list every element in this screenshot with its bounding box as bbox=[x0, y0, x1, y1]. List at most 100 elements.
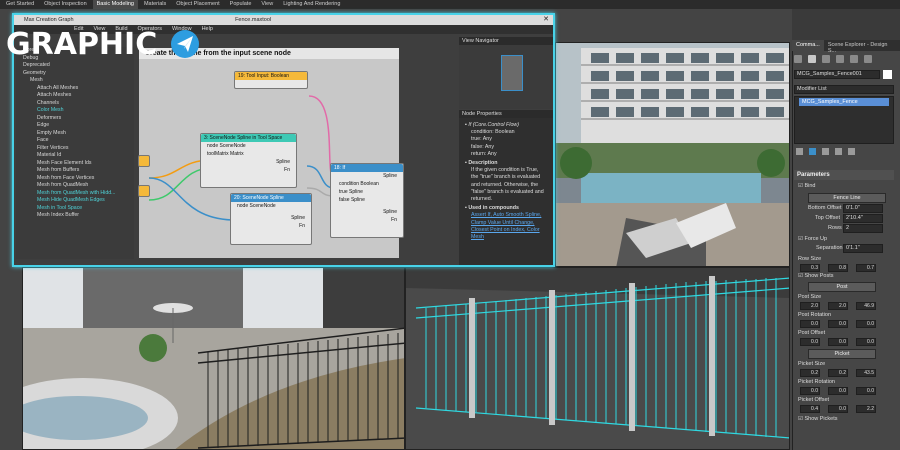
post-rotation-x[interactable]: 0.0 bbox=[800, 320, 820, 328]
ribbon-tab[interactable]: Get Started bbox=[2, 0, 38, 9]
top-offset-field[interactable]: 2'10.4" bbox=[843, 214, 883, 223]
ribbon-tab[interactable]: Materials bbox=[140, 0, 170, 9]
picket-size-x[interactable]: 0.2 bbox=[800, 369, 820, 377]
tree-item[interactable]: Mesh in Tool Space bbox=[16, 205, 134, 213]
ribbon-tab[interactable]: Object Placement bbox=[172, 0, 223, 9]
picket-offset-y[interactable]: 0.0 bbox=[828, 405, 848, 413]
hierarchy-icon[interactable] bbox=[822, 55, 830, 63]
post-rotation-y[interactable]: 0.0 bbox=[828, 320, 848, 328]
tab-scene-explorer[interactable]: Scene Explorer - Design S... bbox=[824, 40, 900, 54]
navigator-title: View Navigator bbox=[459, 37, 553, 45]
ribbon-tab[interactable]: View bbox=[257, 0, 277, 9]
tree-item[interactable]: Mesh Hide QuadMesh Edges bbox=[16, 197, 134, 205]
post-offset-y[interactable]: 0.0 bbox=[828, 338, 848, 346]
show-posts-checkbox[interactable]: ☑ Show Posts bbox=[798, 273, 834, 279]
viewport-top-right[interactable] bbox=[555, 42, 790, 267]
bind-checkbox[interactable]: ☑ Bind bbox=[798, 183, 815, 189]
stack-item[interactable]: MCG_Samples_Fence bbox=[799, 98, 889, 106]
post-button[interactable]: Post bbox=[808, 282, 876, 292]
tree-item[interactable]: Mesh Face Element Ids bbox=[16, 160, 134, 168]
modifier-stack[interactable]: MCG_Samples_Fence bbox=[794, 96, 894, 144]
tree-item[interactable]: Material Id bbox=[16, 152, 134, 160]
remove-modifier-icon[interactable] bbox=[835, 148, 842, 155]
unique-icon[interactable] bbox=[822, 148, 829, 155]
port-spline-out: Spline bbox=[276, 159, 290, 165]
picket-rotation-z[interactable]: 0.0 bbox=[856, 387, 876, 395]
row-size-x[interactable]: 0.3 bbox=[800, 264, 820, 272]
modifier-list-dropdown[interactable]: Modifier List bbox=[794, 85, 894, 94]
display-icon[interactable] bbox=[850, 55, 858, 63]
node-scenenode-spline[interactable]: 20: SceneNode Spline node SceneNode Spli… bbox=[230, 193, 312, 245]
operator-tree[interactable]: Core Debug Deprecated Geometry Mesh Attach Al… bbox=[16, 47, 134, 259]
tree-item[interactable]: Filter Vertices bbox=[16, 145, 134, 153]
mcg-menu-item[interactable]: Help bbox=[202, 25, 213, 34]
show-pickets-checkbox[interactable]: ☑ Show Pickets bbox=[798, 416, 837, 422]
tree-item[interactable]: Color Mesh bbox=[16, 107, 134, 115]
view-navigator[interactable]: View Navigator bbox=[459, 37, 553, 109]
tree-item[interactable]: Deformers bbox=[16, 115, 134, 123]
picket-button[interactable]: Picket bbox=[808, 349, 876, 359]
separation-field[interactable]: 0'1.1" bbox=[843, 244, 883, 253]
node-offscreen-input-2[interactable] bbox=[138, 185, 150, 197]
picket-size-z[interactable]: 43.5 bbox=[856, 369, 876, 377]
tree-item[interactable]: Attach Meshes bbox=[16, 92, 134, 100]
post-size-y[interactable]: 2.0 bbox=[828, 302, 848, 310]
tree-item[interactable]: Mesh Index Buffer bbox=[16, 212, 134, 220]
post-rotation-z[interactable]: 0.0 bbox=[856, 320, 876, 328]
node-tool-input[interactable]: 19: Tool Input: Boolean bbox=[234, 71, 308, 89]
motion-icon[interactable] bbox=[836, 55, 844, 63]
picket-offset-z[interactable]: 2.2 bbox=[856, 405, 876, 413]
object-name-field[interactable]: MCG_Samples_Fence001 bbox=[794, 70, 880, 79]
ribbon-tab[interactable]: Lighting And Rendering bbox=[279, 0, 344, 9]
pin-icon[interactable] bbox=[796, 148, 803, 155]
row-size-y[interactable]: 0.8 bbox=[828, 264, 848, 272]
ribbon-tab[interactable]: Basic Modeling bbox=[92, 0, 138, 9]
tree-item[interactable]: Mesh from Face Vertices bbox=[16, 175, 134, 183]
tab-command[interactable]: Comma... bbox=[792, 40, 824, 51]
navigator-viewport-rect[interactable] bbox=[501, 55, 523, 91]
ribbon-tab[interactable]: Populate bbox=[226, 0, 256, 9]
post-size-z[interactable]: 46.9 bbox=[856, 302, 876, 310]
bind-label: Bind bbox=[804, 183, 816, 189]
tree-item[interactable]: Attach All Meshes bbox=[16, 85, 134, 93]
bottom-offset-field[interactable]: 0'1.0" bbox=[843, 204, 883, 213]
tree-item[interactable]: Channels bbox=[16, 100, 134, 108]
tree-item[interactable]: Mesh from QuadMesh with Hidd... bbox=[16, 190, 134, 198]
viewport-bottom-right[interactable] bbox=[405, 267, 790, 450]
tree-item[interactable]: Edge bbox=[16, 122, 134, 130]
viewport-bottom-left[interactable] bbox=[22, 267, 405, 450]
utilities-icon[interactable] bbox=[864, 55, 872, 63]
post-offset-x[interactable]: 0.0 bbox=[800, 338, 820, 346]
tree-item[interactable]: Mesh bbox=[16, 77, 134, 85]
node-offscreen-input-1[interactable] bbox=[138, 155, 150, 167]
configure-icon[interactable] bbox=[848, 148, 855, 155]
tree-item[interactable]: Mesh from QuadMesh bbox=[16, 182, 134, 190]
tree-item[interactable]: Face bbox=[16, 137, 134, 145]
node-scenenode-spline-tool-space[interactable]: 3: SceneNode Spline in Tool Space node S… bbox=[200, 133, 297, 188]
mcg-title-bar[interactable]: Max Creation Graph Fence.maxtool ✕ bbox=[14, 15, 553, 25]
rows-field[interactable]: 2 bbox=[843, 224, 883, 233]
show-posts-label: Show Posts bbox=[804, 273, 834, 279]
force-up-checkbox[interactable]: ☑ Force Up bbox=[798, 236, 827, 242]
show-end-icon[interactable] bbox=[809, 148, 816, 155]
object-color-swatch[interactable] bbox=[883, 70, 892, 79]
picket-size-y[interactable]: 0.2 bbox=[828, 369, 848, 377]
fence-line-button[interactable]: Fence Line bbox=[808, 193, 886, 203]
parameters-rollout[interactable]: Parameters bbox=[794, 170, 894, 180]
post-size-x[interactable]: 2.0 bbox=[800, 302, 820, 310]
row-size-z[interactable]: 0.7 bbox=[856, 264, 876, 272]
close-icon[interactable]: ✕ bbox=[543, 15, 549, 25]
create-icon[interactable] bbox=[794, 55, 802, 63]
picket-rotation-y[interactable]: 0.0 bbox=[828, 387, 848, 395]
tree-item[interactable]: Empty Mesh bbox=[16, 130, 134, 138]
node-if[interactable]: 18: If Spline condition Boolean true Spl… bbox=[330, 163, 404, 238]
tree-item[interactable]: Geometry bbox=[16, 70, 134, 78]
post-offset-z[interactable]: 0.0 bbox=[856, 338, 876, 346]
props-used-links[interactable]: Assert If, Auto Smooth Spline, Clamp Val… bbox=[465, 212, 547, 241]
picket-offset-x[interactable]: 0.4 bbox=[800, 405, 820, 413]
tree-item[interactable]: Mesh from Buffers bbox=[16, 167, 134, 175]
picket-rotation-x[interactable]: 0.0 bbox=[800, 387, 820, 395]
ribbon-tab[interactable]: Object Inspection bbox=[40, 0, 91, 9]
tree-item[interactable]: Deprecated bbox=[16, 62, 134, 70]
modify-icon[interactable] bbox=[808, 55, 816, 63]
